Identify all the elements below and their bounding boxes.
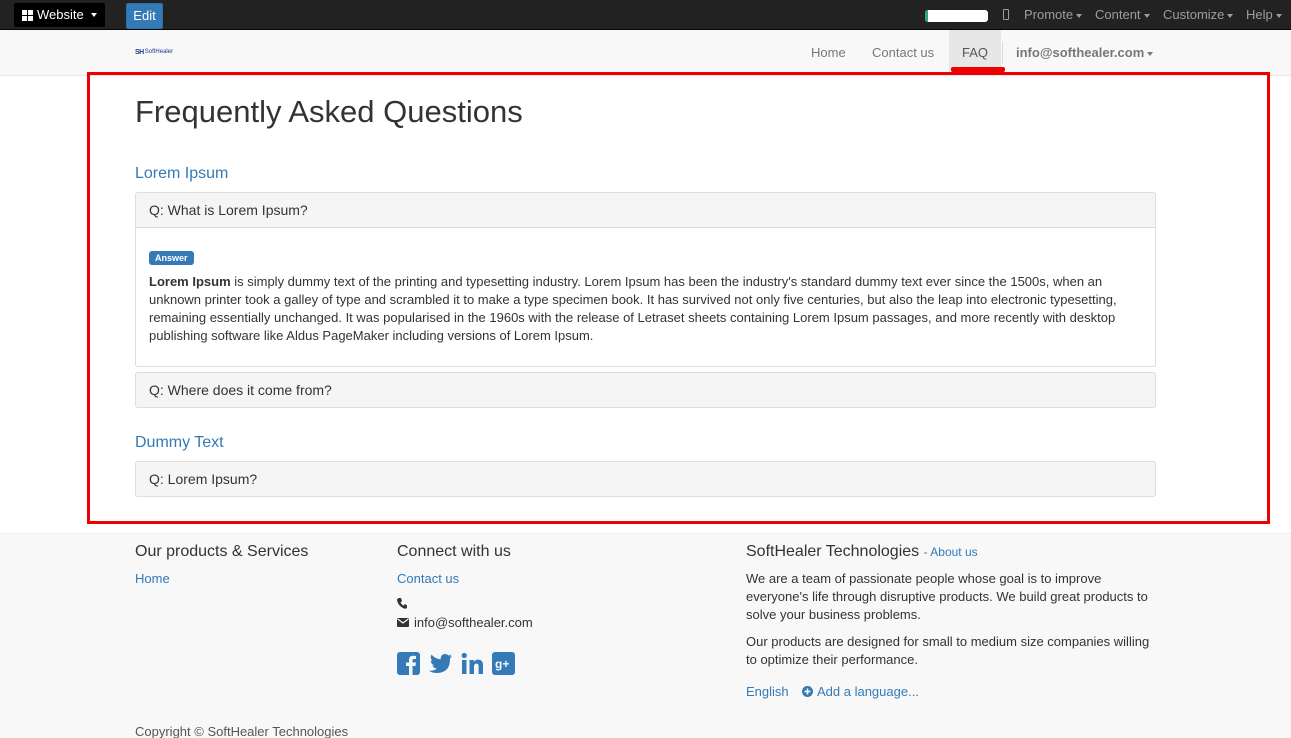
products-heading: Our products & Services	[135, 543, 309, 560]
logo-mark: SH	[135, 48, 144, 56]
promote-menu[interactable]: Promote	[1024, 0, 1083, 30]
add-language-link[interactable]: Add a language...	[817, 684, 919, 699]
footer: Our products & Services Home Connect wit…	[0, 533, 1291, 738]
chevron-down-icon	[1143, 13, 1150, 18]
logo-word: SoftHealer	[144, 49, 174, 55]
answer-bold: Lorem Ipsum	[149, 274, 231, 289]
active-tab-marker	[951, 67, 1005, 72]
copyright: Copyright © SoftHealer Technologies	[135, 724, 349, 738]
faq-question: Q: Lorem Ipsum?	[149, 471, 258, 487]
mobile-preview-icon[interactable]	[1003, 9, 1009, 20]
facebook-icon[interactable]	[397, 652, 420, 675]
progress-bar	[925, 10, 988, 22]
about-paragraph-1: We are a team of passionate people whose…	[746, 571, 1148, 622]
language-english-link[interactable]: English	[746, 684, 789, 699]
faq-question-panel[interactable]: Q: Lorem Ipsum?	[135, 461, 1156, 497]
page-title: Frequently Asked Questions	[135, 94, 523, 129]
admin-bar: Website Edit Promote Content Customize H…	[0, 0, 1291, 30]
connect-heading: Connect with us	[397, 543, 511, 560]
faq-category-lorem-ipsum: Lorem Ipsum	[135, 165, 229, 182]
edit-button[interactable]: Edit	[126, 3, 163, 29]
plus-circle-icon[interactable]	[802, 686, 813, 697]
chevron-down-icon	[1147, 51, 1154, 56]
nav-home[interactable]: Home	[797, 30, 860, 75]
faq-question: Q: Where does it come from?	[149, 382, 332, 398]
site-header: SH SoftHealer Home Contact us FAQ info@s…	[0, 30, 1291, 76]
progress-fill	[925, 10, 929, 22]
company-heading: SoftHealer Technologies - About us	[746, 543, 978, 561]
chevron-down-icon	[90, 13, 97, 17]
about-paragraph-2: Our products are designed for small to m…	[746, 634, 1150, 667]
phone-icon	[397, 598, 407, 609]
chevron-down-icon	[1275, 13, 1282, 18]
chevron-down-icon	[1227, 13, 1234, 18]
customize-menu[interactable]: Customize	[1163, 0, 1234, 30]
footer-home-link[interactable]: Home	[135, 571, 170, 586]
footer-email: info@softhealer.com	[414, 615, 533, 630]
faq-question-panel[interactable]: Q: Where does it come from?	[135, 372, 1156, 408]
twitter-icon[interactable]	[428, 652, 453, 675]
content-menu-label: Content	[1095, 7, 1141, 22]
website-menu-label: Website	[37, 7, 84, 22]
answer-badge: Answer	[149, 251, 194, 265]
content-menu[interactable]: Content	[1095, 0, 1150, 30]
envelope-icon	[397, 618, 409, 627]
nav-divider	[1002, 42, 1003, 64]
linkedin-icon[interactable]	[461, 652, 484, 675]
help-menu[interactable]: Help	[1246, 0, 1282, 30]
help-menu-label: Help	[1246, 7, 1273, 22]
promote-menu-label: Promote	[1024, 7, 1074, 22]
chevron-down-icon	[1076, 13, 1083, 18]
faq-answer-panel: Answer Lorem Ipsum is simply dummy text …	[135, 228, 1156, 367]
company-logo[interactable]: SH SoftHealer	[135, 46, 181, 58]
faq-category-dummy-text: Dummy Text	[135, 434, 224, 451]
google-plus-icon[interactable]: g+	[492, 652, 515, 675]
company-name: SoftHealer Technologies	[746, 543, 920, 560]
answer-text: Lorem Ipsum is simply dummy text of the …	[149, 273, 1144, 345]
apps-grid-icon	[22, 9, 33, 21]
website-menu-button[interactable]: Website	[14, 3, 105, 27]
user-email: info@softhealer.com	[1016, 45, 1145, 60]
footer-contact-link[interactable]: Contact us	[397, 571, 459, 586]
nav-contact-us[interactable]: Contact us	[858, 30, 948, 75]
customize-menu-label: Customize	[1163, 7, 1225, 22]
user-menu[interactable]: info@softhealer.com	[1016, 30, 1154, 75]
svg-text:g+: g+	[495, 657, 509, 671]
answer-body: is simply dummy text of the printing and…	[149, 274, 1117, 343]
faq-question-panel[interactable]: Q: What is Lorem Ipsum?	[135, 192, 1156, 228]
faq-question: Q: What is Lorem Ipsum?	[149, 202, 308, 218]
about-us-link[interactable]: - About us	[924, 545, 978, 559]
